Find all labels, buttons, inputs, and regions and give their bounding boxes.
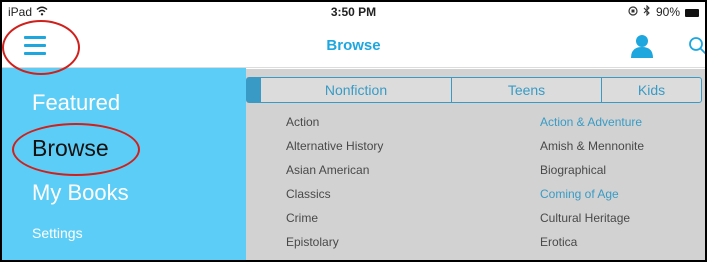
genre-item[interactable]: Crime [286, 210, 383, 234]
tab-nonfiction[interactable]: Nonfiction [261, 78, 451, 102]
genre-list-right: Action & Adventure Amish & Mennonite Bio… [540, 114, 644, 258]
genre-item[interactable]: Classics [286, 186, 383, 210]
tab-teens[interactable]: Teens [451, 78, 601, 102]
battery-percent: 90% [655, 5, 680, 19]
app-frame: iPad 3:50 PM 90% Browse Nonfiction Teens… [0, 0, 707, 262]
genre-item[interactable]: Action [286, 114, 383, 138]
menu-item-my-books[interactable]: My Books [32, 180, 129, 206]
menu-item-browse[interactable]: Browse [32, 135, 109, 162]
genre-item[interactable]: Amish & Mennonite [540, 138, 644, 162]
rotation-lock-icon [628, 5, 638, 19]
genre-list-left: Action Alternative History Asian America… [286, 114, 383, 258]
menu-item-settings[interactable]: Settings [32, 225, 83, 241]
page-title: Browse [326, 37, 381, 54]
genre-item[interactable]: Alternative History [286, 138, 383, 162]
status-bar: iPad 3:50 PM 90% [2, 2, 705, 24]
browse-content: Nonfiction Teens Kids Action Alternative… [246, 69, 705, 260]
genre-item[interactable]: Coming of Age [540, 186, 644, 210]
user-icon[interactable] [630, 34, 654, 58]
genre-item[interactable]: Erotica [540, 234, 644, 258]
battery-icon [685, 9, 699, 17]
genre-item[interactable]: Action & Adventure [540, 114, 644, 138]
status-right: 90% [628, 4, 699, 19]
genre-item[interactable]: Biographical [540, 162, 644, 186]
side-menu: Featured Browse My Books Settings [2, 68, 246, 260]
status-time: 3:50 PM [330, 5, 377, 19]
genre-item[interactable]: Asian American [286, 162, 383, 186]
genre-item[interactable]: Epistolary [286, 234, 383, 258]
search-icon[interactable] [688, 36, 705, 56]
tab-kids[interactable]: Kids [601, 78, 701, 102]
genre-item[interactable]: Cultural Heritage [540, 210, 644, 234]
nav-bar: Browse [2, 24, 705, 68]
tab-selected-marker[interactable] [247, 78, 261, 102]
menu-item-featured[interactable]: Featured [32, 90, 120, 116]
bluetooth-icon [643, 4, 651, 19]
category-tabs: Nonfiction Teens Kids [246, 77, 702, 103]
